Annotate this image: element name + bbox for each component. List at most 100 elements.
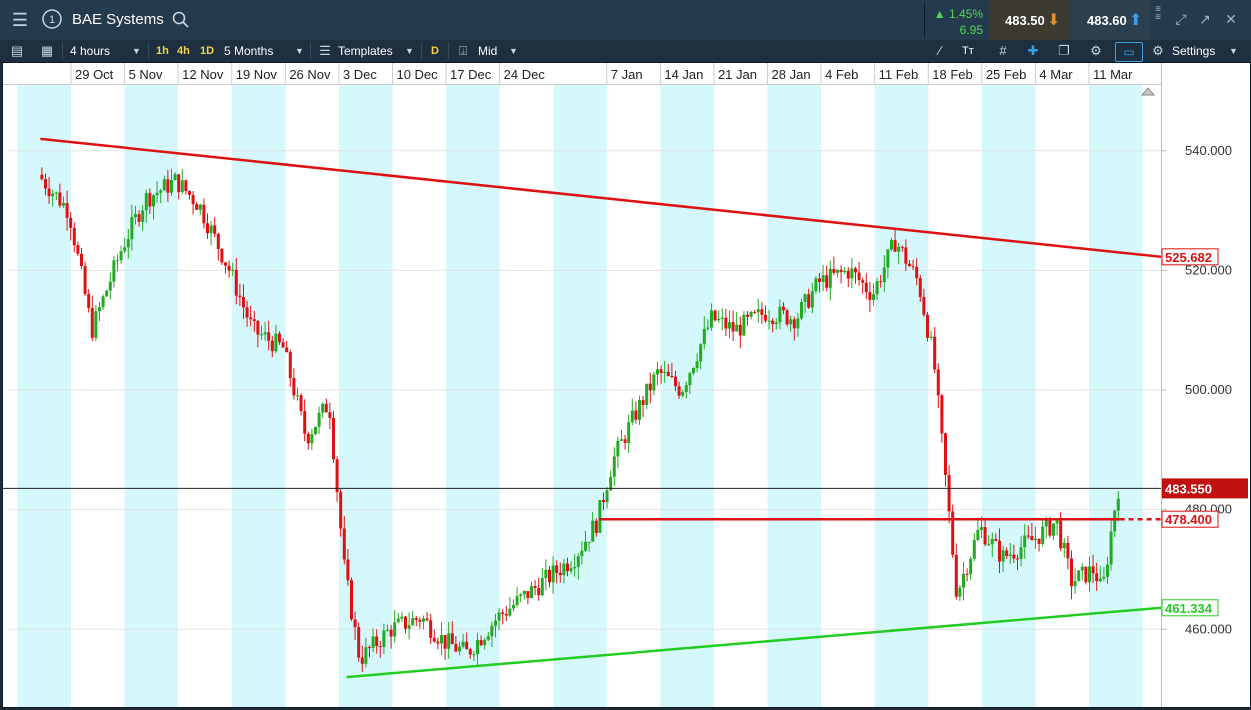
alert-tool-button[interactable]: ▭: [1115, 42, 1143, 62]
candle-body: [735, 324, 739, 332]
down-arrow-icon: ⬇: [1047, 12, 1061, 29]
close-icon[interactable]: ✕: [1222, 10, 1240, 28]
menu-icon[interactable]: ☰: [8, 8, 32, 32]
grid-icon[interactable]: #: [994, 42, 1012, 60]
buy-button[interactable]: 483.60 ⬆: [1071, 0, 1151, 40]
candle-body: [249, 317, 253, 320]
candle-body: [792, 319, 796, 329]
candle-body: [443, 635, 447, 649]
candle-body: [281, 342, 285, 348]
candle-body: [796, 318, 800, 329]
current-price-label: 483.550: [1165, 481, 1212, 496]
candle-body: [1069, 558, 1073, 587]
scroll-to-end-icon[interactable]: [1140, 87, 1156, 96]
chevron-down-icon[interactable]: ▼: [405, 43, 414, 59]
candle-body: [1051, 523, 1055, 536]
text-tool-button[interactable]: Tᴛ: [962, 43, 974, 59]
layout-grid-icon[interactable]: ▦: [38, 42, 56, 60]
list-icon[interactable]: ▤: [8, 42, 26, 60]
settings-button[interactable]: Settings: [1172, 43, 1215, 59]
templates-icon[interactable]: ☰: [316, 42, 334, 60]
candles-icon[interactable]: ⍗: [454, 42, 472, 60]
candle-body: [864, 282, 868, 293]
candle-body: [263, 332, 267, 335]
candle-body: [799, 301, 803, 319]
chart-canvas[interactable]: 29 Oct 5 Nov 12 Nov 19 Nov 26 Nov 3 Dec 10 Dec…: [3, 63, 1250, 707]
candle-body: [274, 333, 278, 352]
templates-select[interactable]: Templates: [338, 43, 393, 59]
candle-body: [691, 368, 695, 374]
candle-body: [947, 474, 951, 512]
candle-body: [205, 223, 209, 234]
candle-body: [1073, 581, 1077, 587]
d-marker-button[interactable]: D: [431, 43, 439, 59]
settings-gear-icon[interactable]: ⚙: [1149, 42, 1167, 60]
search-icon[interactable]: [171, 10, 191, 30]
candle-body: [1037, 538, 1041, 544]
candle-body: [835, 269, 839, 273]
price-type-select[interactable]: Mid: [478, 43, 497, 59]
candle-body: [43, 179, 47, 189]
candle-body: [371, 636, 375, 648]
candle-body: [1033, 538, 1037, 541]
candle-body: [457, 646, 461, 652]
x-tick-label: 5 Nov: [129, 67, 163, 82]
candle-body: [213, 225, 217, 234]
candle-body: [432, 637, 436, 642]
candle-body: [994, 538, 998, 541]
candle-body: [180, 180, 184, 193]
chevron-down-icon[interactable]: ▼: [1229, 43, 1238, 59]
candle-body: [889, 240, 893, 250]
candle-body: [659, 369, 663, 373]
candle-body: [411, 618, 415, 626]
candle-body: [191, 194, 195, 205]
candle-body: [439, 635, 443, 644]
candle-body: [123, 247, 127, 252]
candle-body: [1030, 536, 1034, 541]
candle-body: [288, 352, 292, 379]
week-band: [124, 85, 179, 707]
candle-body: [645, 383, 649, 406]
candle-body: [101, 296, 105, 308]
price-chart[interactable]: 29 Oct 5 Nov 12 Nov 19 Nov 26 Nov 3 Dec 10 Dec…: [2, 62, 1251, 708]
chevron-down-icon[interactable]: ▼: [295, 43, 304, 59]
candle-body: [1008, 554, 1012, 557]
draw-line-icon[interactable]: ∕: [931, 42, 949, 60]
interval-4h-button[interactable]: 4h: [177, 43, 190, 59]
expand-icon[interactable]: ⤢: [1172, 10, 1190, 28]
candle-body: [65, 202, 69, 218]
candle-body: [40, 174, 44, 180]
candle-body: [940, 395, 944, 434]
candle-body: [767, 320, 771, 322]
candle-body: [839, 269, 843, 273]
candle-body: [853, 268, 857, 273]
trading-app: ☰ 1 BAE Systems ▲ 1.45% 6.95 483.50 ⬇ 48…: [0, 0, 1251, 710]
sell-button[interactable]: 483.50 ⬇: [989, 0, 1069, 40]
range-select[interactable]: 5 Months: [224, 43, 273, 59]
chevron-down-icon[interactable]: ▼: [132, 43, 141, 59]
interval-select[interactable]: 4 hours: [70, 43, 110, 59]
crosshair-icon[interactable]: ✚: [1024, 42, 1042, 60]
workspace-number-icon[interactable]: 1: [40, 8, 64, 32]
popout-icon[interactable]: ↗: [1196, 10, 1214, 28]
candle-body: [727, 322, 731, 329]
drag-handle-icon[interactable]: ≡ ≡: [1152, 5, 1164, 24]
candle-body: [119, 251, 123, 261]
layers-icon[interactable]: ❐: [1055, 42, 1073, 60]
candle-body: [1019, 547, 1023, 559]
indicator-icon[interactable]: ⚙: [1087, 42, 1105, 60]
interval-1h-button[interactable]: 1h: [156, 43, 169, 59]
candle-body: [544, 569, 548, 579]
candle-body: [166, 179, 170, 193]
candle-body: [753, 311, 757, 313]
week-bands: [3, 63, 1250, 707]
interval-1d-button[interactable]: 1D: [200, 43, 214, 59]
candle-body: [756, 309, 760, 313]
candle-body: [130, 217, 134, 240]
candle-body: [936, 369, 940, 396]
candle-body: [677, 386, 681, 396]
candle-body: [321, 403, 325, 413]
candle-body: [702, 328, 706, 345]
chevron-down-icon[interactable]: ▼: [509, 43, 518, 59]
candle-body: [713, 310, 717, 321]
